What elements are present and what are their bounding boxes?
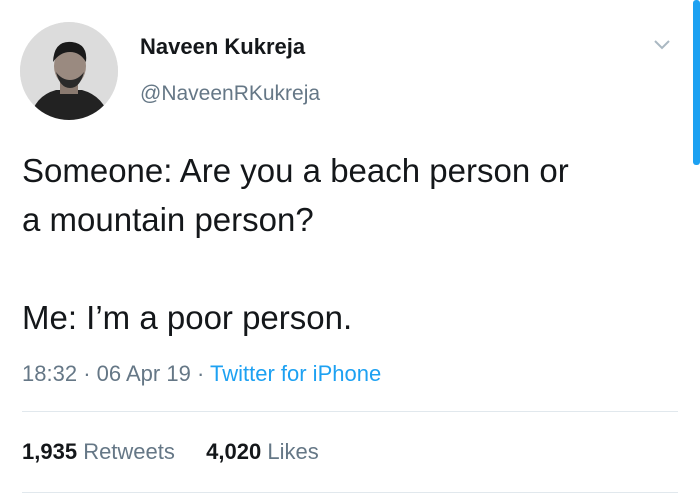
meta-separator: · [83, 361, 97, 386]
tweet-time[interactable]: 18:32 [22, 361, 77, 386]
tweet-meta: 18:32 · 06 Apr 19 · Twitter for iPhone [22, 361, 381, 387]
avatar-photo [20, 22, 118, 120]
avatar[interactable] [20, 22, 118, 120]
retweets-label: Retweets [83, 439, 175, 464]
tweet-text: Someone: Are you a beach person or a mou… [22, 152, 569, 336]
meta-separator: · [196, 361, 210, 386]
retweets-stat[interactable]: 1,935 Retweets [22, 439, 181, 464]
divider [22, 411, 678, 412]
likes-count: 4,020 [206, 439, 262, 464]
tweet-stats: 1,935 Retweets 4,020 Likes [22, 439, 319, 465]
likes-stat[interactable]: 4,020 Likes [200, 439, 319, 464]
tweet-source-link[interactable]: Twitter for iPhone [210, 361, 381, 386]
user-name[interactable]: Naveen Kukreja [140, 34, 305, 60]
retweets-count: 1,935 [22, 439, 78, 464]
chevron-down-icon[interactable] [652, 38, 672, 57]
user-handle[interactable]: @NaveenRKukreja [140, 82, 320, 106]
scrollbar[interactable] [693, 0, 700, 165]
likes-label: Likes [267, 439, 319, 464]
divider [22, 492, 678, 493]
tweet-date[interactable]: 06 Apr 19 [97, 361, 191, 386]
